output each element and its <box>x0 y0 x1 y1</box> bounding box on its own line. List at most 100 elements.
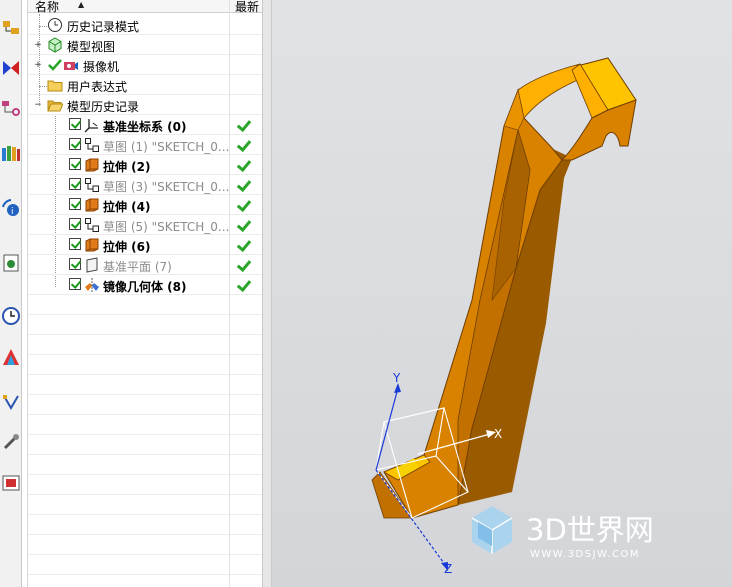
datum-plane-icon <box>84 257 100 273</box>
column-header-latest[interactable]: 最新 <box>235 0 259 15</box>
graphics-viewport[interactable]: Y X Z 3D世界网 WWW.3DSJW.COM <box>272 0 732 587</box>
part-navigator-panel: 名称 ▲ 最新 历史记录模式 + 模型视图 + 摄像机 用户表达式 − 模型历史… <box>27 0 263 587</box>
navigator-header: 名称 ▲ 最新 <box>28 0 263 15</box>
feature-checkbox[interactable] <box>69 138 81 150</box>
feature-checkbox[interactable] <box>69 178 81 190</box>
empty-row <box>28 515 263 535</box>
hd3d-tools-icon[interactable]: i <box>1 198 21 218</box>
history-icon[interactable] <box>1 306 21 326</box>
feature-checkbox[interactable] <box>69 118 81 130</box>
folder-open-icon <box>47 97 64 113</box>
empty-row <box>28 355 263 375</box>
up-to-date-check-icon <box>236 258 250 272</box>
empty-row <box>28 315 263 335</box>
web-browser-icon[interactable] <box>1 253 21 273</box>
empty-row <box>28 335 263 355</box>
empty-row <box>28 455 263 475</box>
tree-item-label: 模型历史记录 <box>67 100 140 114</box>
feature-label: 基准平面 (7) <box>103 260 172 274</box>
history-feature-row[interactable]: 基准平面 (7) <box>28 255 263 275</box>
process-studio-icon[interactable] <box>1 392 21 412</box>
sketch-icon <box>84 177 100 193</box>
up-to-date-check-icon <box>236 278 250 292</box>
tree-item-label: 历史记录模式 <box>67 20 140 34</box>
feature-checkbox[interactable] <box>69 278 81 290</box>
watermark-brand: 3D世界网 <box>526 513 654 547</box>
datum-csys-icon <box>84 117 100 133</box>
empty-row <box>28 395 263 415</box>
up-to-date-check-icon <box>236 138 250 152</box>
model-view-icon <box>47 37 63 53</box>
part-navigator-icon[interactable] <box>1 98 21 118</box>
z-axis-label: Z <box>444 562 452 576</box>
y-axis-label: Y <box>392 371 401 385</box>
extrude-icon <box>84 157 100 173</box>
empty-row <box>28 535 263 555</box>
expand-icon[interactable]: + <box>34 41 42 50</box>
feature-label: 拉伸 (4) <box>103 200 151 214</box>
history-feature-row[interactable]: 拉伸 (4) <box>28 195 263 215</box>
clock-icon <box>47 17 63 33</box>
history-feature-row[interactable]: 拉伸 (2) <box>28 155 263 175</box>
sketch-icon <box>84 217 100 233</box>
tree-item-label: 摄像机 <box>83 60 120 74</box>
history-feature-row[interactable]: 草图 (5) "SKETCH_0... <box>28 215 263 235</box>
manufacturing-wizard-icon[interactable] <box>1 432 21 452</box>
collapse-icon[interactable]: − <box>34 101 42 110</box>
extrude-icon <box>84 237 100 253</box>
folder-icon <box>47 77 63 93</box>
assembly-navigator-icon[interactable] <box>1 18 21 38</box>
watermark-logo <box>471 506 513 554</box>
constraint-navigator-icon[interactable] <box>1 58 21 78</box>
feature-checkbox[interactable] <box>69 258 81 270</box>
history-feature-row[interactable]: 拉伸 (6) <box>28 235 263 255</box>
feature-label: 草图 (3) "SKETCH_0... <box>103 180 228 194</box>
feature-checkbox[interactable] <box>69 238 81 250</box>
extrude-icon <box>84 197 100 213</box>
history-feature-row[interactable]: 镜像几何体 (8) <box>28 275 263 295</box>
empty-row <box>28 435 263 455</box>
empty-row <box>28 375 263 395</box>
history-feature-row[interactable]: 草图 (1) "SKETCH_0... <box>28 135 263 155</box>
tree-item-cameras[interactable]: + 摄像机 <box>28 55 263 75</box>
empty-row <box>28 475 263 495</box>
tree-item-label: 模型视图 <box>67 40 116 54</box>
panel-splitter[interactable] <box>262 0 272 587</box>
feature-label: 拉伸 (6) <box>103 240 151 254</box>
feature-checkbox[interactable] <box>69 218 81 230</box>
feature-checkbox[interactable] <box>69 158 81 170</box>
empty-row <box>28 495 263 515</box>
empty-row <box>28 415 263 435</box>
history-feature-row[interactable]: 草图 (3) "SKETCH_0... <box>28 175 263 195</box>
empty-row <box>28 295 263 315</box>
history-feature-row[interactable]: 基准坐标系 (0) <box>28 115 263 135</box>
empty-row <box>28 555 263 575</box>
up-to-date-check-icon <box>236 218 250 232</box>
system-materials-icon[interactable] <box>1 347 21 367</box>
roles-icon[interactable] <box>1 473 21 493</box>
reuse-library-icon[interactable] <box>1 143 21 163</box>
up-to-date-check-icon <box>236 178 250 192</box>
feature-label: 镜像几何体 (8) <box>103 280 187 294</box>
tree-item-model-views[interactable]: + 模型视图 <box>28 35 263 55</box>
feature-label: 拉伸 (2) <box>103 160 151 174</box>
feature-label: 基准坐标系 (0) <box>103 120 187 134</box>
tree-item-user-expressions[interactable]: 用户表达式 <box>28 75 263 95</box>
up-to-date-check-icon <box>236 238 250 252</box>
tree-item-history-mode[interactable]: 历史记录模式 <box>28 15 263 35</box>
feature-label: 草图 (5) "SKETCH_0... <box>103 220 228 234</box>
watermark-url: WWW.3DSJW.COM <box>530 549 640 560</box>
column-header-name[interactable]: 名称 <box>35 0 59 15</box>
tree-item-label: 用户表达式 <box>67 80 128 94</box>
up-to-date-check-icon <box>236 198 250 212</box>
model-canvas[interactable]: Y X Z 3D世界网 WWW.3DSJW.COM <box>272 0 732 587</box>
camera-icon <box>63 57 79 73</box>
checkmark-icon <box>47 57 63 73</box>
mirror-body-icon <box>84 277 100 293</box>
up-to-date-check-icon <box>236 118 250 132</box>
feature-label: 草图 (1) "SKETCH_0... <box>103 140 228 154</box>
feature-checkbox[interactable] <box>69 198 81 210</box>
tree-item-model-history[interactable]: − 模型历史记录 <box>28 95 263 115</box>
sketch-icon <box>84 137 100 153</box>
expand-icon[interactable]: + <box>34 61 42 70</box>
